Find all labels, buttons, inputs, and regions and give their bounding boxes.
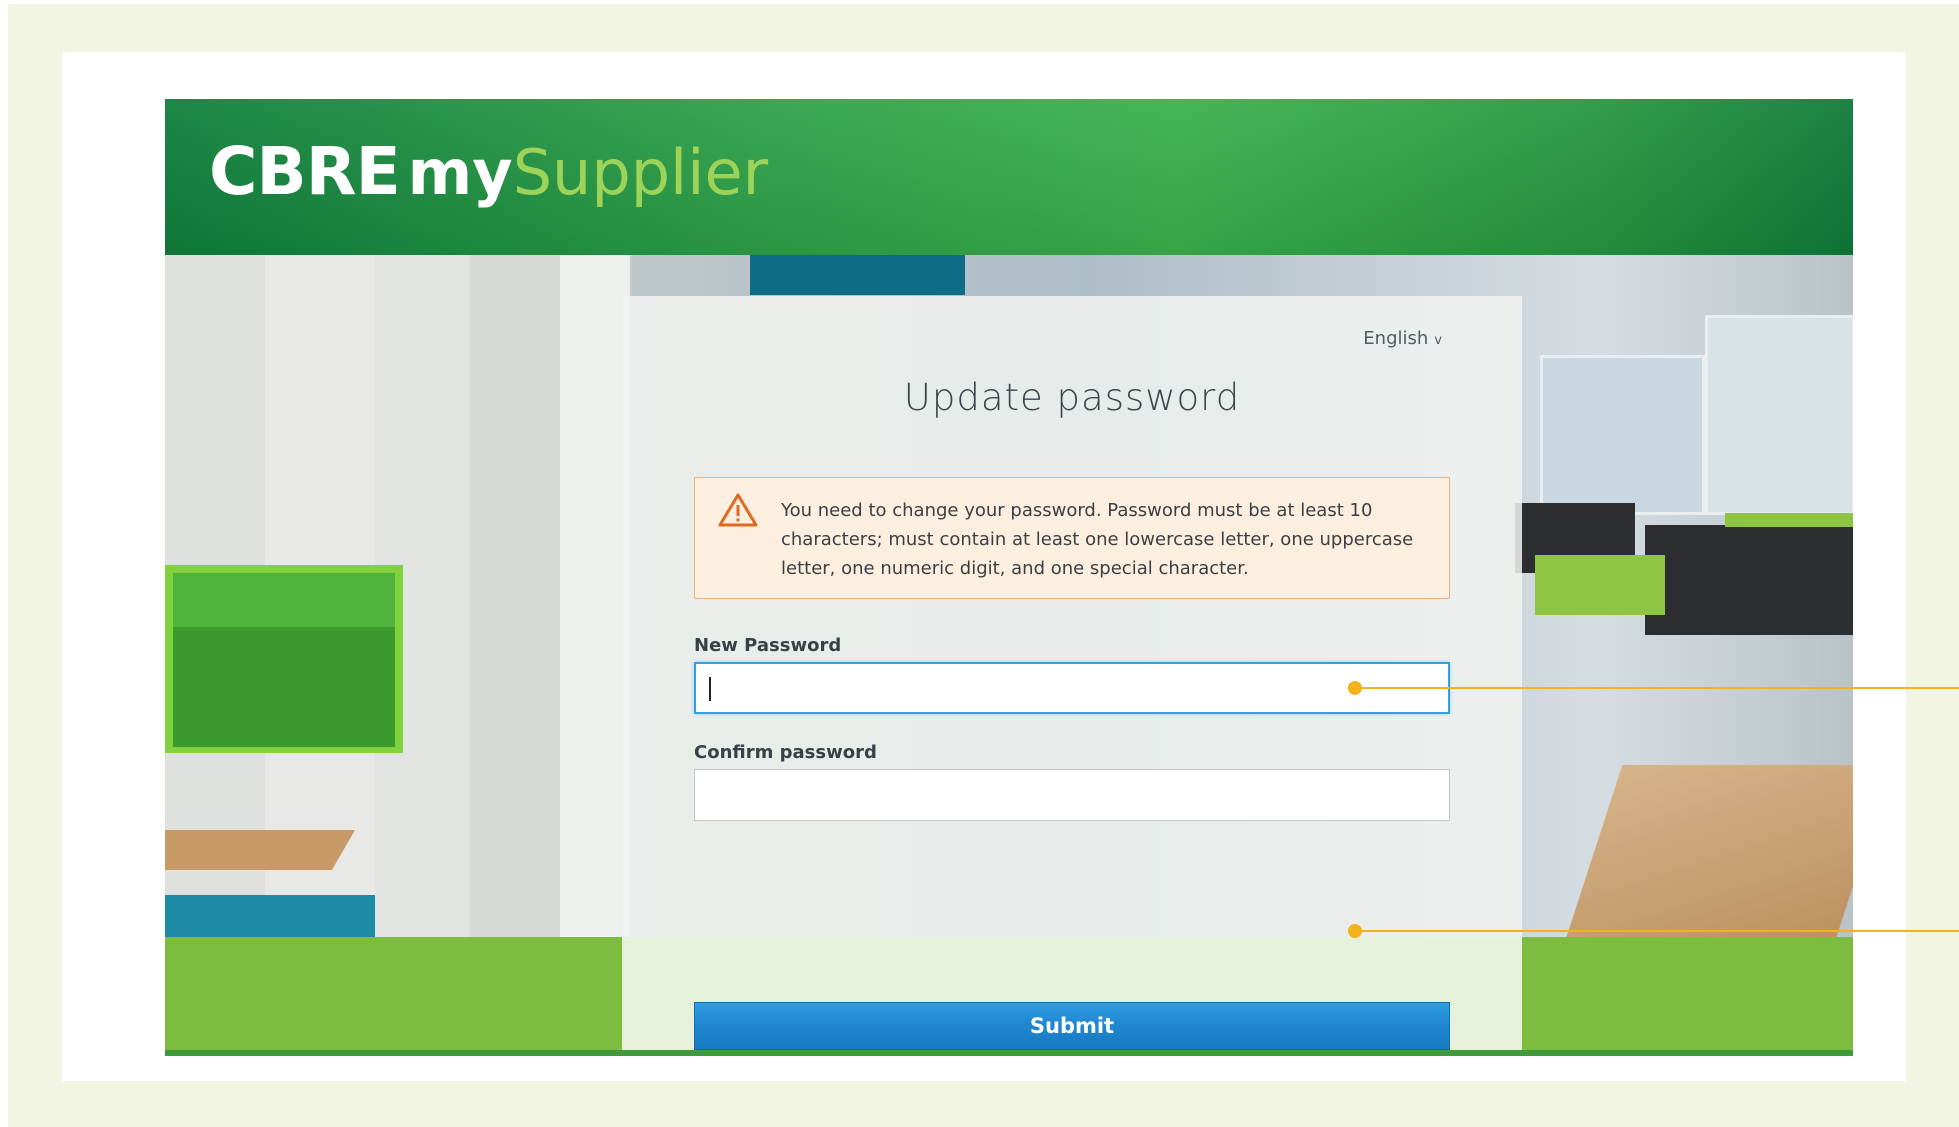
alert-message: You need to change your password. Passwo…	[781, 500, 1414, 579]
warning-icon	[718, 493, 758, 527]
text-cursor	[709, 677, 711, 701]
confirm-password-label: Confirm password	[694, 742, 877, 763]
callout-line-new-password	[1356, 687, 1959, 689]
chevron-down-icon: v	[1434, 333, 1442, 348]
callout-dot-submit	[1348, 924, 1362, 938]
logo-supplier-text: Supplier	[512, 136, 769, 209]
callout-line-submit	[1356, 930, 1959, 932]
update-password-card: English v Update password You need to cha…	[622, 296, 1522, 1056]
password-requirements-alert: You need to change your password. Passwo…	[694, 477, 1450, 599]
callout-dot-new-password	[1348, 681, 1362, 695]
footer-bar	[165, 1050, 1853, 1056]
page-title: Update password	[903, 376, 1241, 419]
new-password-label: New Password	[694, 635, 842, 656]
new-password-input[interactable]	[694, 662, 1450, 714]
logo-cbre-text: CBRE	[209, 133, 401, 210]
language-selector[interactable]: English v	[1363, 328, 1442, 349]
header-banner: CBRE mySupplier	[165, 99, 1853, 255]
submit-button[interactable]: Submit	[694, 1002, 1450, 1050]
cbre-mysupplier-logo: CBRE mySupplier	[209, 133, 768, 223]
app-window: CBRE mySupplier English v Update password	[165, 99, 1853, 1056]
logo-my-text: my	[407, 136, 513, 209]
confirm-password-input[interactable]	[694, 769, 1450, 821]
language-label: English	[1363, 328, 1429, 349]
